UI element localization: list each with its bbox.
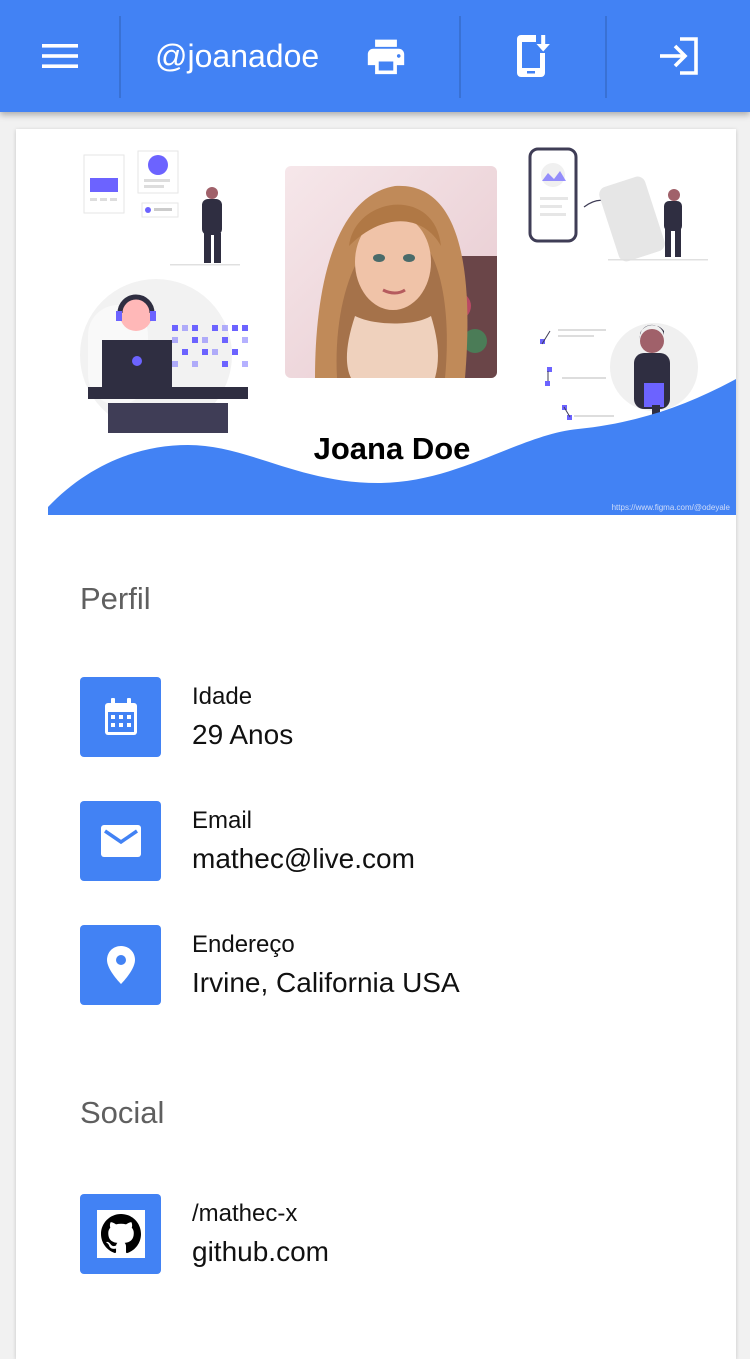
- item-value: 29 Anos: [192, 719, 294, 750]
- calendar-icon-box: [80, 677, 161, 757]
- app-bar: @joanadoe: [0, 0, 750, 112]
- divider: [119, 16, 121, 98]
- calendar-icon: [104, 698, 137, 735]
- item-label: Idade: [192, 683, 253, 710]
- item-label: Endereço: [192, 931, 295, 958]
- item-value[interactable]: github.com: [192, 1236, 329, 1268]
- menu-button[interactable]: [0, 0, 120, 112]
- email-icon-box: [80, 801, 161, 881]
- item-label: Email: [192, 807, 253, 834]
- list-item-address: Endereço Irvine, California USA: [80, 925, 700, 1005]
- github-icon-box: [80, 1194, 161, 1274]
- login-icon: [659, 37, 698, 75]
- username: @joanadoe: [155, 38, 320, 74]
- section-title-social: Social: [80, 1095, 165, 1130]
- avatar: [285, 166, 497, 378]
- item-value[interactable]: mathec@live.com: [192, 843, 415, 875]
- section-title-profile: Perfil: [80, 581, 151, 616]
- location-pin-icon: [106, 946, 135, 984]
- email-icon: [100, 825, 141, 857]
- profile-header: Joana Doe https://www.figma.com/@odeyale: [48, 135, 736, 515]
- location-icon-box: [80, 925, 161, 1005]
- item-label: /mathec-x: [192, 1200, 298, 1227]
- image-credit: https://www.figma.com/@odeyale: [611, 503, 730, 512]
- list-item-github[interactable]: /mathec-x github.com: [80, 1194, 700, 1274]
- item-value: Irvine, California USA: [192, 967, 460, 998]
- profile-name: Joana Doe: [313, 431, 471, 466]
- github-icon: [96, 1210, 145, 1258]
- print-button[interactable]: [345, 0, 427, 112]
- list-item-age: Idade 29 Anos: [80, 677, 700, 757]
- profile-card: Joana Doe https://www.figma.com/@odeyale…: [16, 129, 736, 1359]
- list-item-email: Email mathec@live.com: [80, 801, 700, 881]
- phone-download-icon: [517, 35, 552, 77]
- install-app-button[interactable]: [461, 0, 605, 112]
- menu-icon: [42, 44, 78, 68]
- print-icon: [367, 39, 405, 75]
- login-button[interactable]: [607, 0, 750, 112]
